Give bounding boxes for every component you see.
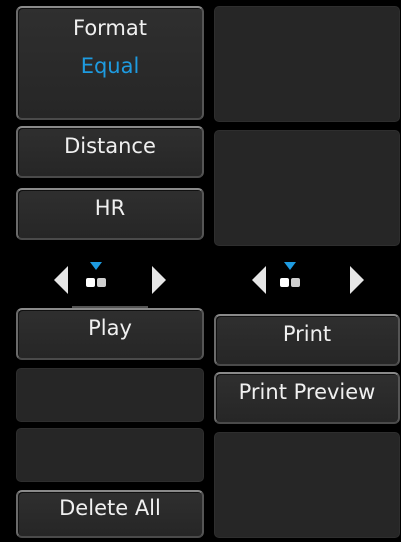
format-button[interactable]: Format Equal — [16, 6, 204, 120]
right-softkey-column: Print Print Preview — [210, 0, 401, 542]
print-label: Print — [282, 322, 332, 346]
empty-softkey[interactable] — [16, 368, 204, 422]
distance-label: Distance — [64, 134, 156, 158]
left-page-navigator — [16, 256, 204, 300]
empty-softkey[interactable] — [214, 432, 400, 538]
triangle-left-icon[interactable] — [54, 266, 68, 294]
empty-softkey[interactable] — [16, 428, 204, 482]
triangle-right-icon[interactable] — [152, 266, 166, 294]
format-value: Equal — [80, 54, 140, 78]
print-button[interactable]: Print — [214, 314, 400, 366]
delete-all-label: Delete All — [59, 496, 161, 520]
play-button[interactable]: Play — [16, 308, 204, 360]
hr-label: HR — [94, 196, 126, 220]
hr-button[interactable]: HR — [16, 188, 204, 240]
triangle-right-icon[interactable] — [350, 266, 364, 294]
page-indicator-icon — [86, 262, 110, 292]
format-label: Format — [72, 16, 147, 40]
triangle-left-icon[interactable] — [252, 266, 266, 294]
right-page-navigator — [214, 256, 400, 300]
empty-softkey[interactable] — [214, 130, 400, 246]
page-indicator-icon — [280, 262, 304, 292]
play-label: Play — [88, 316, 132, 340]
print-preview-label: Print Preview — [238, 380, 376, 404]
left-softkey-column: Format Equal Distance HR Play Delete All — [0, 0, 214, 542]
empty-softkey[interactable] — [214, 6, 400, 122]
delete-all-button[interactable]: Delete All — [16, 490, 204, 538]
print-preview-button[interactable]: Print Preview — [214, 372, 400, 424]
distance-button[interactable]: Distance — [16, 126, 204, 178]
